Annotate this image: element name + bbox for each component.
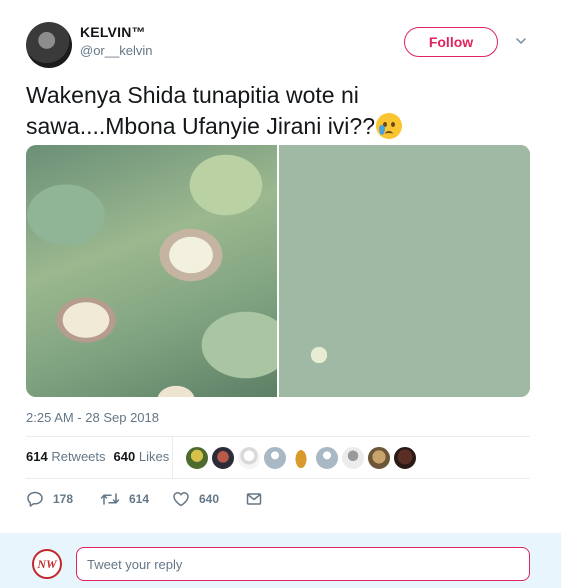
tweet-text-line-2: sawa....Mbona Ufanyie Jirani ivi??: [26, 111, 536, 142]
tweet-text: Wakenya Shida tunapitia wote ni sawa....…: [26, 80, 536, 142]
crying-face-emoji-icon: [376, 113, 402, 139]
user-name-block[interactable]: KELVIN™ @or__kelvin: [80, 24, 152, 58]
tweet-photo-cabbage-field[interactable]: [279, 145, 530, 397]
retweet-count: 614: [129, 492, 150, 506]
retweets-stat[interactable]: 614 Retweets: [26, 449, 106, 464]
liker-avatar[interactable]: [211, 446, 235, 470]
liker-avatar[interactable]: [393, 446, 417, 470]
liker-avatar[interactable]: [185, 446, 209, 470]
like-count: 640: [199, 492, 220, 506]
direct-message-action[interactable]: [245, 490, 263, 508]
divider-bottom: [26, 478, 530, 479]
heart-icon: [173, 492, 189, 507]
stats-divider: [172, 436, 173, 478]
liker-avatar[interactable]: [315, 446, 339, 470]
likes-count: 640: [113, 449, 136, 464]
liker-avatar[interactable]: [263, 446, 287, 470]
user-handle[interactable]: @or__kelvin: [80, 43, 152, 58]
retweet-icon: [100, 493, 120, 505]
retweet-action[interactable]: 614: [100, 490, 149, 508]
reply-icon: [27, 491, 43, 507]
divider-top: [26, 436, 530, 437]
liker-avatar[interactable]: [237, 446, 261, 470]
follow-button[interactable]: Follow: [404, 27, 498, 57]
likes-label: Likes: [138, 449, 170, 464]
envelope-icon: [246, 493, 262, 505]
chevron-down-icon[interactable]: [514, 34, 528, 48]
reply-input[interactable]: [76, 547, 530, 581]
tweet-text-line-2-text: sawa....Mbona Ufanyie Jirani ivi??: [26, 113, 375, 139]
display-name[interactable]: KELVIN™: [80, 24, 152, 40]
tweet-text-line-1: Wakenya Shida tunapitia wote ni: [26, 82, 359, 108]
tweet-card: KELVIN™ @or__kelvin Follow Wakenya Shida…: [0, 0, 561, 588]
like-action[interactable]: 640: [172, 490, 219, 508]
retweets-count: 614: [26, 449, 48, 464]
reply-count: 178: [53, 492, 74, 506]
likes-stat[interactable]: 640 Likes: [114, 449, 170, 464]
liker-avatar[interactable]: [341, 446, 365, 470]
retweets-label: Retweets: [51, 449, 106, 464]
tweet-stats: 614 Retweets 640 Likes: [26, 449, 169, 464]
user-avatar[interactable]: [26, 22, 72, 68]
tweet-photos: [26, 145, 530, 397]
liker-avatar[interactable]: [289, 446, 313, 470]
liker-avatar[interactable]: [367, 446, 391, 470]
tweet-photo-cabbages-closeup[interactable]: [26, 145, 277, 397]
reply-user-avatar: NW: [32, 549, 62, 579]
tweet-timestamp[interactable]: 2:25 AM - 28 Sep 2018: [26, 410, 159, 425]
reply-action[interactable]: 178: [26, 490, 73, 508]
